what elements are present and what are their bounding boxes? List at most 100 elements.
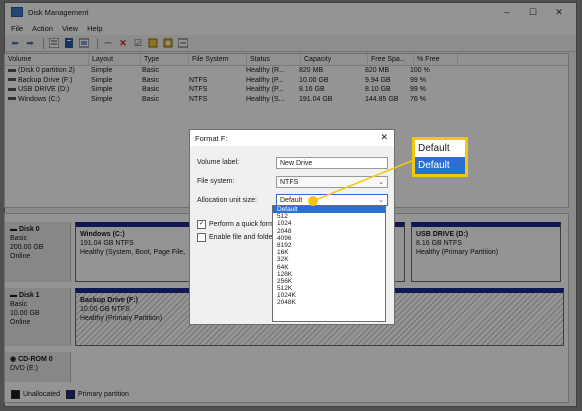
table-row[interactable]: USB DRIVE (D:) Simple Basic NTFS Healthy…: [5, 85, 568, 95]
list-item[interactable]: 32K: [273, 256, 385, 263]
column-volume[interactable]: Volume: [5, 54, 89, 65]
partition-status: Healthy (Primary Partition): [416, 249, 499, 256]
volume-cell: Windows (C:): [5, 95, 88, 105]
volume-label-label: Volume label:: [197, 159, 240, 166]
disk-1-label[interactable]: ▬ Disk 1 Basic 10.00 GB Online: [5, 288, 71, 346]
disk-size: 200.00 GB: [10, 244, 44, 251]
column-file-system[interactable]: File System: [189, 54, 247, 65]
column-free-space[interactable]: Free Spa...: [368, 54, 414, 65]
status-cell: Healthy (P...: [246, 86, 284, 93]
volume-icon: [8, 68, 16, 72]
quick-format-label: Perform a quick format: [209, 221, 280, 228]
disk-name-text: Disk 1: [18, 292, 40, 299]
disk-type: DVD (E:): [10, 365, 38, 372]
cdrom-0-label[interactable]: ◉ CD-ROM 0 DVD (E:): [5, 352, 71, 382]
check-icon[interactable]: ☑: [132, 37, 144, 49]
menu-bar: File Action View Help: [5, 21, 576, 35]
column-percent-free[interactable]: % Free: [414, 54, 458, 65]
free-space-cell: 144.85 GB: [365, 95, 399, 103]
partition-usb-drive[interactable]: USB DRIVE (D:) 8.16 GB NTFS Healthy (Pri…: [411, 222, 561, 282]
table-row[interactable]: Windows (C:) Simple Basic NTFS Healthy (…: [5, 95, 568, 105]
layout-cell: Simple: [91, 86, 113, 93]
compression-checkbox[interactable]: Enable file and folder c: [197, 233, 280, 242]
file-system-cell: NTFS: [189, 95, 208, 103]
dialog-close-button[interactable]: ✕: [380, 132, 388, 143]
percent-free-cell: 76 %: [410, 95, 426, 103]
volume-cell: USB DRIVE (D:): [5, 85, 88, 95]
disk-0-label[interactable]: ▬ Disk 0 Basic 200.00 GB Online: [5, 222, 71, 282]
compression-label: Enable file and folder c: [209, 234, 281, 241]
list-item[interactable]: 4096: [273, 235, 385, 242]
list-item[interactable]: 2048K: [273, 299, 385, 306]
close-button[interactable]: ✕: [546, 5, 572, 19]
minimize-button[interactable]: –: [494, 5, 520, 19]
disk-state: Online: [10, 253, 31, 260]
file-system-cell: NTFS: [189, 76, 208, 84]
capacity-cell: 8.16 GB: [299, 86, 325, 93]
column-layout[interactable]: Layout: [89, 54, 141, 65]
menu-file[interactable]: File: [11, 24, 23, 33]
capacity-cell: 820 MB: [299, 67, 324, 74]
legend-unallocated: Unallocated: [23, 391, 60, 398]
volume-cell: Backup Drive (F:): [5, 76, 88, 86]
delete-icon[interactable]: ✕: [117, 37, 129, 49]
list-item[interactable]: 8192: [273, 242, 385, 249]
volume-label-input[interactable]: New Drive: [276, 157, 388, 169]
list-item[interactable]: 128K: [273, 271, 385, 278]
menu-view[interactable]: View: [62, 24, 78, 33]
volume-name: Windows (C:): [18, 95, 61, 103]
list-item[interactable]: 1024: [273, 220, 385, 227]
list-view-icon[interactable]: [48, 37, 60, 49]
help-book-icon[interactable]: [63, 37, 75, 49]
list-item[interactable]: 2048: [273, 228, 385, 235]
file-system-cell: NTFS: [189, 86, 208, 93]
disk-type: Basic: [10, 235, 28, 242]
toolbar: ⬅ ➡ ⎓ ✕ ☑: [5, 35, 576, 52]
column-capacity[interactable]: Capacity: [301, 54, 368, 65]
table-row[interactable]: (Disk 0 partition 2) Simple Basic Health…: [5, 66, 568, 76]
forward-arrow-icon[interactable]: ➡: [24, 37, 36, 49]
list-item[interactable]: 512K: [273, 285, 385, 292]
file-system-label: File system:: [197, 178, 235, 185]
percent-free-cell: 99 %: [410, 86, 426, 93]
volume-icon: [8, 78, 16, 82]
type-cell: Basic: [142, 76, 160, 84]
layout-cell: Simple: [91, 76, 113, 84]
table-row[interactable]: Backup Drive (F:) Simple Basic NTFS Heal…: [5, 76, 568, 86]
list-item[interactable]: Default: [273, 206, 385, 214]
column-type[interactable]: Type: [141, 54, 189, 65]
percent-free-cell: 100 %: [410, 67, 430, 74]
maximize-button[interactable]: ☐: [520, 5, 546, 19]
layout-cell: Simple: [91, 67, 113, 74]
type-cell: Basic: [142, 95, 160, 103]
menu-help[interactable]: Help: [87, 24, 102, 33]
toolbar-separator-2: [97, 37, 98, 49]
type-cell: Basic: [142, 86, 160, 93]
column-status[interactable]: Status: [247, 54, 301, 65]
status-cell: Healthy (S...: [246, 95, 285, 103]
list-item[interactable]: 512: [273, 213, 385, 220]
list-item[interactable]: 64K: [273, 264, 385, 271]
callout-zoom: Default Default: [412, 137, 468, 177]
back-arrow-icon[interactable]: ⬅: [9, 37, 21, 49]
volume-name: USB DRIVE (D:): [18, 86, 70, 93]
allocation-unit-value: Default: [280, 197, 303, 204]
disk-name-text: Disk 0: [18, 226, 40, 233]
rescan-icon[interactable]: [162, 37, 174, 49]
list-item[interactable]: 256K: [273, 278, 385, 285]
status-cell: Healthy (P...: [246, 76, 284, 84]
properties-icon[interactable]: [78, 37, 90, 49]
menu-action[interactable]: Action: [32, 24, 53, 33]
refresh-icon[interactable]: [177, 37, 189, 49]
import-icon[interactable]: [147, 37, 159, 49]
volume-cell: (Disk 0 partition 2): [5, 66, 88, 76]
file-system-select[interactable]: NTFS ⌄: [276, 176, 388, 188]
callout-dot: [308, 196, 318, 206]
list-item[interactable]: 1024K: [273, 292, 385, 299]
layout-cell: Simple: [91, 95, 113, 103]
connect-icon[interactable]: ⎓: [102, 37, 114, 49]
list-item[interactable]: 16K: [273, 249, 385, 256]
capacity-cell: 10.00 GB: [299, 76, 329, 84]
primary-swatch: [65, 390, 75, 399]
quick-format-checkbox[interactable]: ✓ Perform a quick format: [197, 220, 280, 229]
